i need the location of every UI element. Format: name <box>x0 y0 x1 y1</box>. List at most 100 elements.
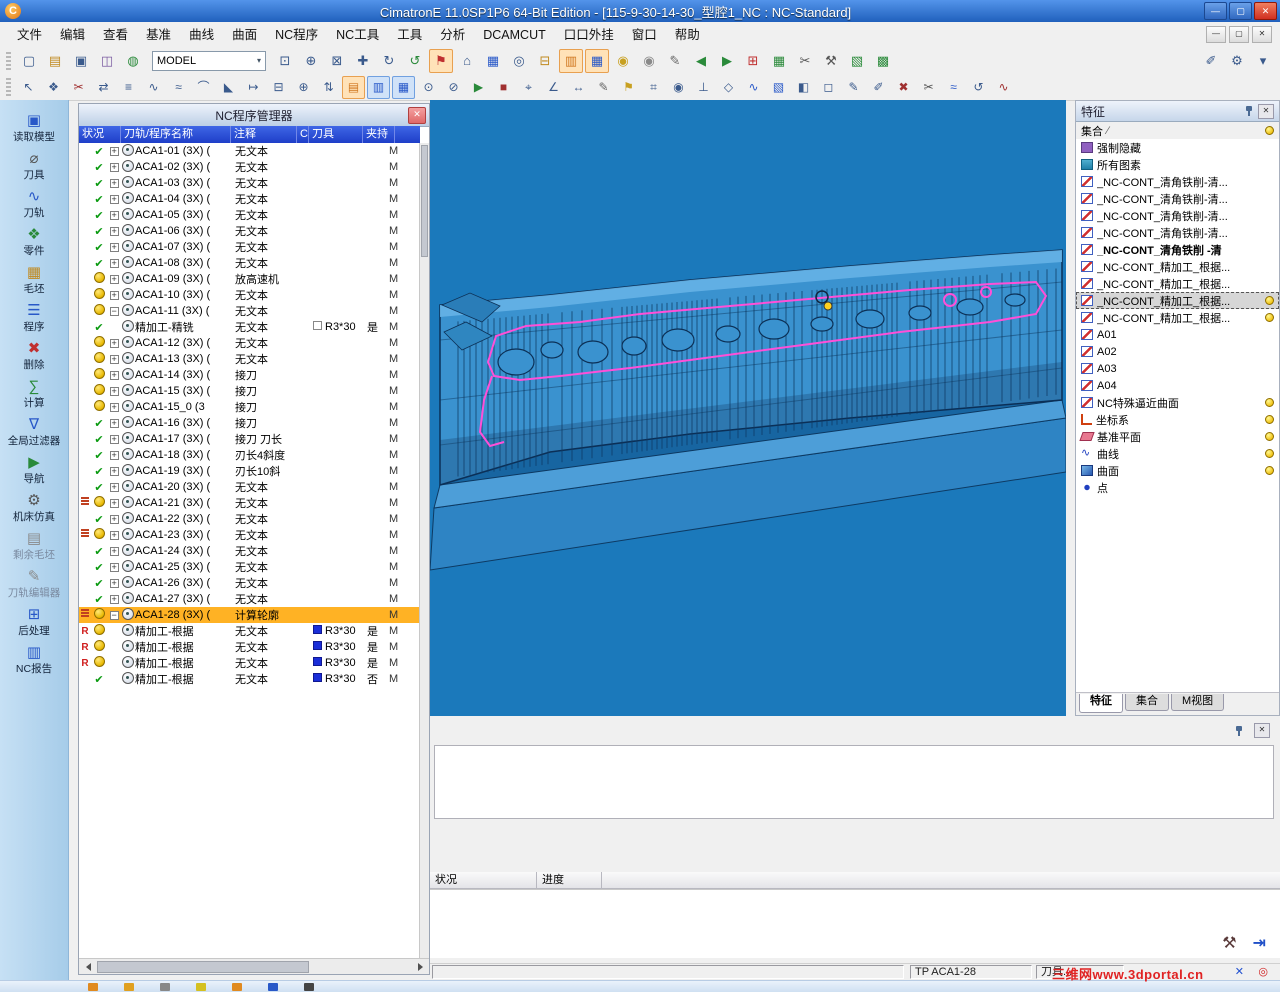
toolpath-display-icon[interactable]: ▤ <box>342 75 365 99</box>
nc-program-row[interactable]: ✔ + ACA1-25 (3X) ( 无文本 M <box>79 559 420 575</box>
expand-icon[interactable]: + <box>109 451 119 460</box>
sidebar-item-program[interactable]: ☰ 程序 <box>1 302 67 334</box>
expand-icon[interactable]: + <box>109 163 119 172</box>
sweep-curve-icon[interactable]: ∿ <box>142 76 165 99</box>
expand-icon[interactable]: + <box>109 483 119 492</box>
nc-program-row[interactable]: + ACA1-15_0 (3 接刀 M <box>79 399 420 415</box>
nc-column-header[interactable]: 注释 <box>231 126 297 143</box>
sidebar-item-machine-sim[interactable]: ⚙ 机床仿真 <box>1 492 67 524</box>
machine-setup-icon[interactable]: ⚒ <box>1222 933 1236 953</box>
rotate-view-icon[interactable]: ↻ <box>377 49 401 73</box>
lamp-on-icon[interactable]: ◉ <box>611 49 635 73</box>
status-record-icon[interactable]: ◎ <box>1258 965 1268 978</box>
nc-program-row[interactable]: ✔ 精加工-精铣 无文本 R3*30 是 M <box>79 319 420 335</box>
menu-item-12[interactable]: 口口外挂 <box>555 23 623 47</box>
menu-item-2[interactable]: 编辑 <box>51 23 94 47</box>
expand-icon[interactable]: + <box>109 547 119 556</box>
chamfer-corner-icon[interactable]: ◣ <box>217 76 240 99</box>
lock-entity-icon[interactable]: ⊘ <box>442 76 465 99</box>
draw-pencil-icon[interactable]: ✎ <box>842 76 865 99</box>
flag-marker-icon[interactable]: ⚑ <box>429 48 453 73</box>
expand-icon[interactable]: + <box>109 243 119 252</box>
feature-row[interactable]: _NC-CONT_清角铁削-清... <box>1076 173 1279 190</box>
open-file-icon[interactable]: ▤ <box>43 49 67 73</box>
nc-program-row[interactable]: ✔ + ACA1-08 (3X) ( 无文本 M <box>79 255 420 271</box>
expand-icon[interactable]: + <box>109 563 119 572</box>
mdi-maximize-button[interactable]: ▢ <box>1229 26 1249 43</box>
nc-program-row[interactable]: + ACA1-14 (3X) ( 接刀 M <box>79 367 420 383</box>
surface-tool-icon[interactable]: ▧ <box>767 76 790 99</box>
taskbar-app-3-icon[interactable] <box>160 982 170 991</box>
nc-process-icon[interactable]: ▦ <box>585 48 609 73</box>
nc-document-icon[interactable]: ▥ <box>559 48 583 73</box>
process-column-header[interactable]: 状况 <box>430 872 537 889</box>
taskbar-app-7-icon[interactable] <box>304 982 314 991</box>
sketch-pen-icon[interactable]: ✐ <box>1199 49 1223 73</box>
nc-program-row[interactable]: + ACA1-23 (3X) ( 无文本 M <box>79 527 420 543</box>
toolpath-verify-icon[interactable]: ▦ <box>392 75 415 99</box>
feature-row[interactable]: A03 <box>1076 360 1279 377</box>
nc-program-row[interactable]: ✔ + ACA1-17 (3X) ( 接刀 刀长 M <box>79 431 420 447</box>
toolbar-grip[interactable] <box>6 78 11 96</box>
taskbar-app-5-icon[interactable] <box>232 982 242 991</box>
nc-program-row[interactable]: ✔ + ACA1-22 (3X) ( 无文本 M <box>79 511 420 527</box>
process-column-header[interactable]: 进度 <box>537 872 602 889</box>
sidebar-item-part[interactable]: ❖ 零件 <box>1 226 67 258</box>
nc-program-row[interactable]: ✔ + ACA1-16 (3X) ( 接刀 M <box>79 415 420 431</box>
collapse-icon[interactable]: − <box>109 307 119 316</box>
scroll-left-button[interactable] <box>79 960 93 973</box>
zoom-in-icon[interactable]: ⊕ <box>299 49 323 73</box>
tab-features[interactable]: 特征 <box>1079 694 1123 713</box>
stock-box-2-icon[interactable]: ▩ <box>871 49 895 73</box>
zigzag-path-icon[interactable]: ∿ <box>992 76 1015 99</box>
taskbar-app-2-icon[interactable] <box>124 982 134 991</box>
expand-icon[interactable]: + <box>109 403 119 412</box>
nc-program-row[interactable]: ✔ + ACA1-20 (3X) ( 无文本 M <box>79 479 420 495</box>
nc-program-row[interactable]: − ACA1-28 (3X) ( 计算轮廓 M <box>79 607 420 623</box>
expand-icon[interactable]: + <box>109 275 119 284</box>
expand-icon[interactable]: + <box>109 595 119 604</box>
expand-icon[interactable]: + <box>109 435 119 444</box>
nc-program-row[interactable]: ✔ + ACA1-02 (3X) ( 无文本 M <box>79 159 420 175</box>
nc-column-header[interactable]: C <box>297 126 309 143</box>
nc-program-row[interactable]: ✔ + ACA1-05 (3X) ( 无文本 M <box>79 207 420 223</box>
expand-icon[interactable]: + <box>109 467 119 476</box>
mirror-geometry-icon[interactable]: ⇄ <box>92 76 115 99</box>
nc-vertical-scrollbar[interactable] <box>419 143 429 959</box>
curve-tool-icon[interactable]: ∿ <box>742 76 765 99</box>
snap-center-icon[interactable]: ◉ <box>667 76 690 99</box>
expand-icon[interactable]: + <box>109 499 119 508</box>
settings-gear-icon[interactable]: ⚙ <box>1225 49 1249 73</box>
nc-program-row[interactable]: + ACA1-09 (3X) ( 放高速机 M <box>79 271 420 287</box>
sidebar-item-toolpath-editor[interactable]: ✎ 刀轨编辑器 <box>1 568 67 600</box>
home-view-icon[interactable]: ⌂ <box>455 49 479 73</box>
sidebar-item-delete[interactable]: ✖ 删除 <box>1 340 67 372</box>
feature-row[interactable]: _NC-CONT_精加工_根据... <box>1076 309 1279 326</box>
nc-program-row[interactable]: ✔ + ACA1-27 (3X) ( 无文本 M <box>79 591 420 607</box>
nc-horizontal-scrollbar[interactable] <box>79 958 429 974</box>
maximize-button[interactable]: ▢ <box>1229 2 1252 20</box>
nc-program-row[interactable]: + ACA1-13 (3X) ( 无文本 M <box>79 351 420 367</box>
expand-icon[interactable]: + <box>109 211 119 220</box>
expand-icon[interactable]: + <box>109 179 119 188</box>
taskbar-app-6-icon[interactable] <box>268 982 278 991</box>
mesh-grid-icon[interactable]: ▦ <box>767 49 791 73</box>
menu-item-5[interactable]: 曲线 <box>180 23 223 47</box>
delete-entity-icon[interactable]: ✖ <box>892 76 915 99</box>
nc-program-row[interactable]: ✔ + ACA1-06 (3X) ( 无文本 M <box>79 223 420 239</box>
viewport-3d[interactable] <box>430 100 1066 716</box>
expand-icon[interactable]: + <box>109 531 119 540</box>
feature-row[interactable]: 强制隐藏 <box>1076 139 1279 156</box>
features-column-header[interactable]: 集合 ∕ <box>1076 122 1279 140</box>
datum-plane-icon[interactable]: ◇ <box>717 76 740 99</box>
feature-row[interactable]: _NC-CONT_清角铁削-清... <box>1076 190 1279 207</box>
nc-program-row[interactable]: ✔ + ACA1-26 (3X) ( 无文本 M <box>79 575 420 591</box>
cut-tool-icon[interactable]: ✂ <box>793 49 817 73</box>
visibility-bulb-icon[interactable] <box>1265 398 1274 407</box>
menu-item-9[interactable]: 工具 <box>388 23 431 47</box>
feature-row[interactable]: NC特殊逼近曲面 <box>1076 394 1279 411</box>
expand-icon[interactable]: + <box>109 355 119 364</box>
feature-row[interactable]: _NC-CONT_精加工_根据... <box>1076 275 1279 292</box>
snap-grid-icon[interactable]: ⌗ <box>642 76 665 99</box>
visibility-column-icon[interactable] <box>1265 126 1274 135</box>
